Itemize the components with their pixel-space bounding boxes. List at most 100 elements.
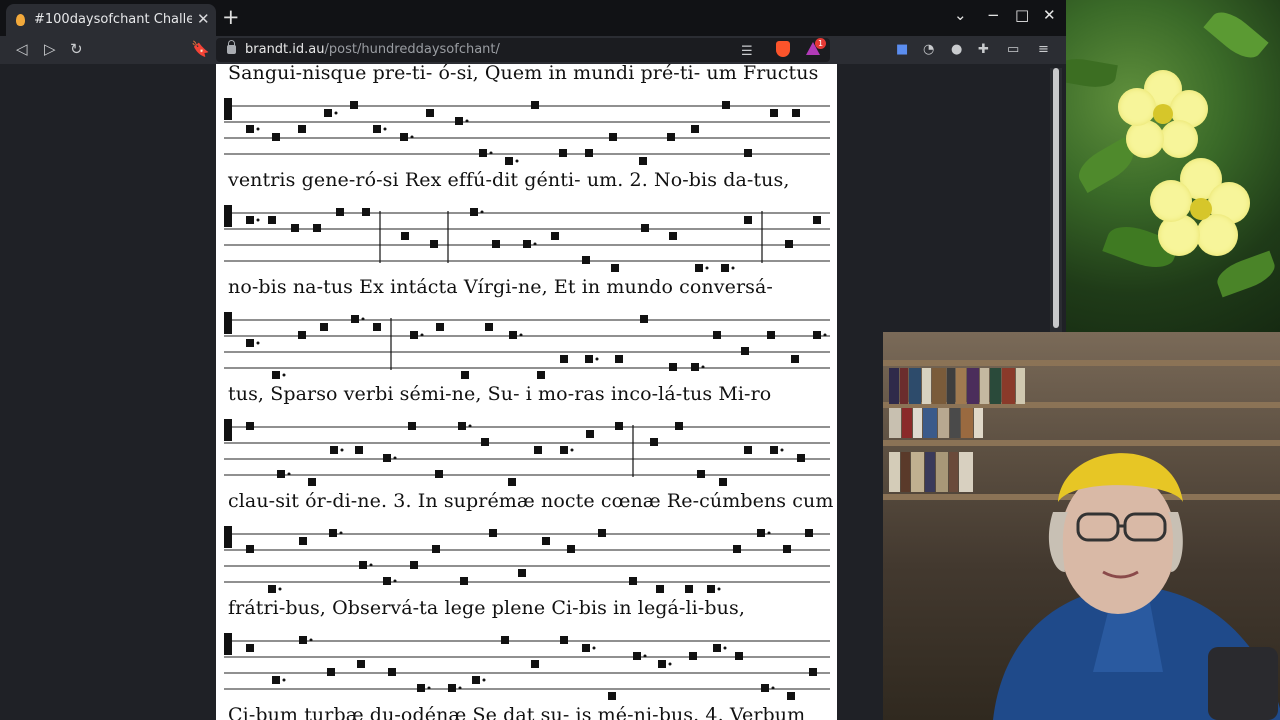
neume-note [430, 240, 438, 248]
neume-note [787, 692, 795, 700]
neume-dot [482, 678, 486, 682]
neume-note [560, 446, 568, 454]
back-icon[interactable]: ◁ [16, 40, 28, 58]
neume-dot [393, 579, 397, 583]
extension-shield-icon[interactable]: ■ [896, 42, 908, 57]
neume-dot [420, 333, 424, 337]
neume-note [560, 636, 568, 644]
neume-note [359, 561, 367, 569]
neume-dot [410, 135, 414, 139]
scrollbar-thumb[interactable] [1053, 68, 1059, 328]
forward-icon[interactable]: ▷ [44, 40, 56, 58]
neume-dot [570, 448, 574, 452]
neume-note [481, 438, 489, 446]
flower-bottom [1150, 158, 1250, 258]
reload-icon[interactable]: ↻ [70, 40, 83, 58]
neume-note [458, 422, 466, 430]
neume-note [785, 240, 793, 248]
neume-note [410, 561, 418, 569]
address-bar[interactable]: brandt.id.au/post/hundreddaysofchant/ ☰ [216, 38, 830, 62]
neume-note [713, 644, 721, 652]
neume-note [656, 585, 664, 593]
neume-note [460, 577, 468, 585]
neume-note [479, 149, 487, 157]
minimize-button[interactable]: − [987, 6, 1000, 24]
neume-note [509, 331, 517, 339]
neume-note [744, 216, 752, 224]
neume-dot [771, 686, 775, 690]
lyric-line: frátri-bus, Observá-ta lege plene Ci-bis… [228, 597, 745, 619]
tab-title: #100daysofchant Challenge [34, 12, 192, 27]
neume-dot [533, 242, 537, 246]
neume-note [611, 264, 619, 272]
neume-note [455, 117, 463, 125]
url-text[interactable]: brandt.id.au/post/hundreddaysofchant/ [245, 42, 500, 57]
flower-top [1118, 70, 1208, 160]
bookmark-icon[interactable]: 🔖 [191, 40, 210, 58]
neume-staff [224, 98, 830, 165]
neume-note [432, 545, 440, 553]
neume-note [691, 363, 699, 371]
clef-icon [224, 633, 232, 655]
neume-note [383, 454, 391, 462]
lyric-line: clau-sit ór-di-ne. 3. In suprémæ nocte c… [228, 490, 834, 512]
neume-note [485, 323, 493, 331]
neume-note [505, 157, 513, 165]
webcam-feed [883, 332, 1280, 720]
extension-robot-icon[interactable]: ● [951, 42, 962, 57]
neume-note [559, 149, 567, 157]
wallet-icon[interactable]: ▭ [1007, 42, 1019, 57]
neume-dot [256, 218, 260, 222]
tab-bar: #100daysofchant Challenge ✕ + ⌄ − □ ✕ [0, 0, 1066, 36]
new-tab-button[interactable]: + [222, 5, 240, 29]
neume-note [722, 101, 730, 109]
tab-close-icon[interactable]: ✕ [197, 10, 210, 28]
neume-note [246, 422, 254, 430]
neume-note [551, 232, 559, 240]
neume-dot [340, 448, 344, 452]
neume-dot [427, 686, 431, 690]
neume-note [277, 470, 285, 478]
reader-mode-icon[interactable]: ☰ [741, 44, 753, 59]
tab-search-dropdown-icon[interactable]: ⌄ [954, 6, 967, 24]
neume-note [741, 347, 749, 355]
neume-note [770, 109, 778, 117]
close-window-button[interactable]: ✕ [1043, 6, 1056, 24]
neume-note [534, 446, 542, 454]
neume-note [330, 446, 338, 454]
lyric-line: Sangui-nisque pre-ti- ó-si, Quem in mund… [228, 64, 819, 84]
neume-note [373, 125, 381, 133]
neume-dot [767, 531, 771, 535]
clef-icon [224, 205, 232, 227]
neume-dot [334, 111, 338, 115]
menu-icon[interactable]: ≡ [1038, 42, 1049, 57]
neume-note [757, 529, 765, 537]
neume-note [669, 363, 677, 371]
neume-note [291, 224, 299, 232]
neume-note [685, 585, 693, 593]
neume-note [246, 644, 254, 652]
neume-note [669, 232, 677, 240]
neume-note [362, 208, 370, 216]
neume-note [542, 537, 550, 545]
brave-shields-icon[interactable] [776, 41, 790, 57]
lyric-line: tus, Sparso verbi sémi-ne, Su- i mo-ras … [228, 383, 772, 405]
neume-note [767, 331, 775, 339]
neume-note [435, 470, 443, 478]
neume-note [388, 668, 396, 676]
lyric-line: no-bis na-tus Ex intácta Vírgi-ne, Et in… [228, 276, 773, 298]
neume-staff [224, 526, 830, 593]
neume-dot [668, 662, 672, 666]
extension-history-icon[interactable]: ◔ [923, 42, 934, 57]
neume-dot [723, 646, 727, 650]
tab-active[interactable]: #100daysofchant Challenge ✕ [6, 4, 216, 36]
lock-icon[interactable] [227, 40, 236, 54]
neume-dot [282, 373, 286, 377]
neume-note [733, 545, 741, 553]
extensions-puzzle-icon[interactable]: ✚ [978, 42, 989, 57]
maximize-button[interactable]: □ [1015, 6, 1029, 24]
neume-note [308, 478, 316, 486]
neume-note [744, 446, 752, 454]
neume-note [472, 676, 480, 684]
favicon-icon [16, 14, 25, 26]
